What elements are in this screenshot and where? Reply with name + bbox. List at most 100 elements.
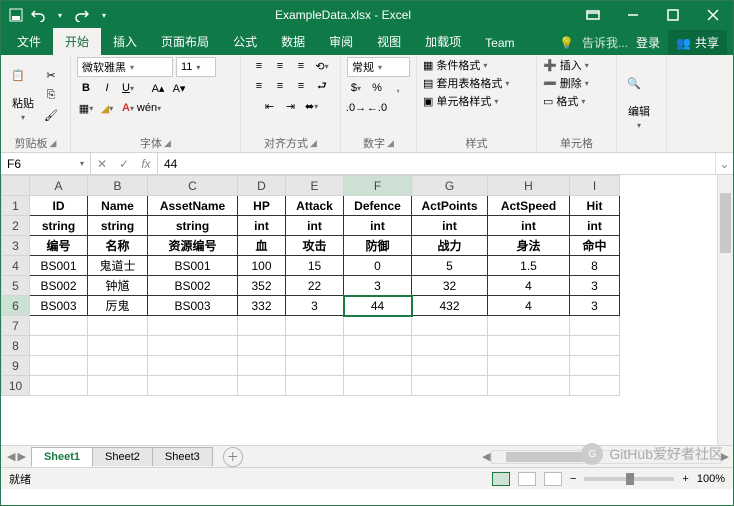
cell-E1[interactable]: Attack — [286, 196, 344, 216]
cell-E2[interactable]: int — [286, 216, 344, 236]
cell-F7[interactable] — [344, 316, 412, 336]
row-header-8[interactable]: 8 — [2, 336, 30, 356]
sheet-nav-next-icon[interactable]: ▶ — [17, 450, 25, 463]
decrease-decimal-button[interactable]: ←.0 — [368, 99, 386, 117]
number-format-combo[interactable]: 常规▾ — [347, 57, 410, 77]
insert-cells-button[interactable]: ➕插入▾ — [543, 57, 589, 73]
cell-C10[interactable] — [148, 376, 238, 396]
cell-B10[interactable] — [88, 376, 148, 396]
maximize-button[interactable] — [653, 1, 693, 29]
zoom-level[interactable]: 100% — [697, 473, 725, 485]
hscroll-right-icon[interactable]: ▶ — [721, 450, 729, 463]
undo-dropdown-icon[interactable]: ▾ — [51, 6, 69, 24]
sheet-tab-1[interactable]: Sheet1 — [31, 447, 93, 467]
cell-D5[interactable]: 352 — [238, 276, 286, 296]
tab-formulas[interactable]: 公式 — [221, 28, 269, 55]
merge-center-button[interactable]: ⬌▾ — [303, 97, 321, 115]
cell-A1[interactable]: ID — [30, 196, 88, 216]
undo-icon[interactable] — [29, 6, 47, 24]
cell-B3[interactable]: 名称 — [88, 236, 148, 256]
orientation-button[interactable]: ⟲▾ — [313, 57, 331, 75]
align-center-button[interactable]: ≡ — [271, 77, 289, 95]
row-header-7[interactable]: 7 — [2, 316, 30, 336]
tab-page-layout[interactable]: 页面布局 — [149, 28, 221, 55]
add-sheet-button[interactable]: ＋ — [223, 447, 243, 467]
cell-F9[interactable] — [344, 356, 412, 376]
bold-button[interactable]: B — [77, 79, 95, 97]
share-button[interactable]: 👥 共享 — [668, 30, 727, 55]
cell-C1[interactable]: AssetName — [148, 196, 238, 216]
sheet-nav-prev-icon[interactable]: ◀ — [7, 450, 15, 463]
dialog-launcher-icon[interactable]: ◢ — [387, 138, 394, 149]
cell-C6[interactable]: BS003 — [148, 296, 238, 316]
cell-H3[interactable]: 身法 — [488, 236, 570, 256]
cell-F8[interactable] — [344, 336, 412, 356]
col-header-A[interactable]: A — [30, 176, 88, 196]
cell-A5[interactable]: BS002 — [30, 276, 88, 296]
cell-G5[interactable]: 32 — [412, 276, 488, 296]
cell-I9[interactable] — [570, 356, 620, 376]
paste-button[interactable]: 📋 粘贴 ▾ — [7, 67, 39, 124]
row-header-1[interactable]: 1 — [2, 196, 30, 216]
cell-I3[interactable]: 命中 — [570, 236, 620, 256]
enter-formula-icon[interactable]: ✓ — [113, 157, 135, 171]
cell-A8[interactable] — [30, 336, 88, 356]
vertical-scrollbar[interactable] — [717, 175, 733, 445]
cell-H6[interactable]: 4 — [488, 296, 570, 316]
cell-A10[interactable] — [30, 376, 88, 396]
col-header-F[interactable]: F — [344, 176, 412, 196]
cell-D9[interactable] — [238, 356, 286, 376]
cell-C3[interactable]: 资源编号 — [148, 236, 238, 256]
decrease-indent-button[interactable]: ⇤ — [261, 97, 279, 115]
col-header-G[interactable]: G — [412, 176, 488, 196]
cell-H5[interactable]: 4 — [488, 276, 570, 296]
cut-icon[interactable]: ✂ — [42, 67, 60, 85]
cell-F6[interactable]: 44 — [344, 296, 412, 316]
page-layout-view-button[interactable] — [518, 472, 536, 486]
cell-I1[interactable]: Hit — [570, 196, 620, 216]
grow-font-button[interactable]: A▴ — [149, 79, 167, 97]
borders-button[interactable]: ▦▾ — [77, 99, 95, 117]
cell-H2[interactable]: int — [488, 216, 570, 236]
align-right-button[interactable]: ≡ — [292, 77, 310, 95]
increase-indent-button[interactable]: ⇥ — [282, 97, 300, 115]
zoom-out-button[interactable]: − — [570, 473, 576, 485]
row-header-2[interactable]: 2 — [2, 216, 30, 236]
cell-C2[interactable]: string — [148, 216, 238, 236]
cell-D7[interactable] — [238, 316, 286, 336]
row-header-5[interactable]: 5 — [2, 276, 30, 296]
format-as-table-button[interactable]: ▤套用表格格式▾ — [423, 75, 509, 91]
cell-B2[interactable]: string — [88, 216, 148, 236]
format-cells-button[interactable]: ▭格式▾ — [543, 93, 585, 109]
cell-styles-button[interactable]: ▣单元格样式▾ — [423, 93, 498, 109]
cell-H1[interactable]: ActSpeed — [488, 196, 570, 216]
cell-F5[interactable]: 3 — [344, 276, 412, 296]
tell-me-text[interactable]: 告诉我... — [582, 34, 628, 51]
worksheet-grid[interactable]: ABCDEFGHI1IDNameAssetNameHPAttackDefence… — [1, 175, 733, 445]
copy-icon[interactable]: ⎘ — [42, 87, 60, 105]
cell-C4[interactable]: BS001 — [148, 256, 238, 276]
horizontal-scrollbar[interactable] — [491, 450, 721, 464]
cell-B8[interactable] — [88, 336, 148, 356]
expand-formula-bar-icon[interactable]: ⌄ — [715, 153, 733, 174]
dialog-launcher-icon[interactable]: ◢ — [310, 138, 317, 149]
cell-G2[interactable]: int — [412, 216, 488, 236]
align-middle-button[interactable]: ≡ — [271, 57, 289, 75]
align-left-button[interactable]: ≡ — [250, 77, 268, 95]
tab-review[interactable]: 审阅 — [317, 28, 365, 55]
row-header-3[interactable]: 3 — [2, 236, 30, 256]
font-name-combo[interactable]: 微软雅黑▾ — [77, 57, 173, 77]
zoom-slider[interactable] — [584, 477, 674, 481]
row-header-9[interactable]: 9 — [2, 356, 30, 376]
cell-I7[interactable] — [570, 316, 620, 336]
normal-view-button[interactable] — [492, 472, 510, 486]
col-header-D[interactable]: D — [238, 176, 286, 196]
row-header-10[interactable]: 10 — [2, 376, 30, 396]
cell-E8[interactable] — [286, 336, 344, 356]
name-box[interactable]: F6 ▾ — [1, 153, 91, 174]
dialog-launcher-icon[interactable]: ◢ — [164, 138, 171, 149]
sheet-tab-2[interactable]: Sheet2 — [92, 447, 153, 466]
cell-H10[interactable] — [488, 376, 570, 396]
percent-button[interactable]: % — [368, 79, 386, 97]
conditional-format-button[interactable]: ▦条件格式▾ — [423, 57, 487, 73]
